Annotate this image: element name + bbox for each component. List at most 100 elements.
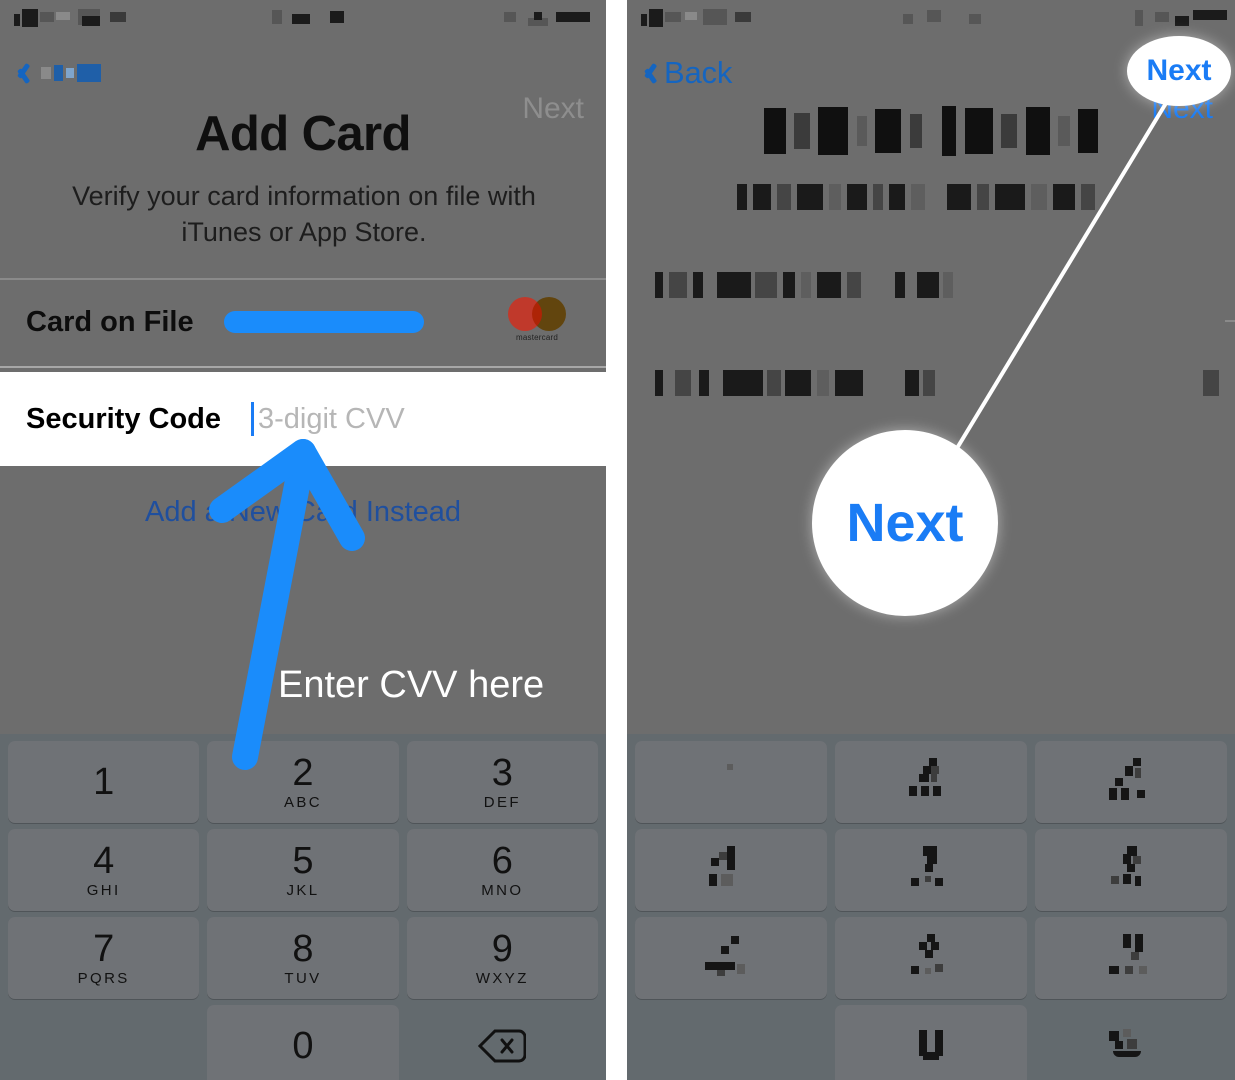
nav-bar-left: Next <box>0 42 606 125</box>
key-backspace[interactable] <box>407 1005 598 1080</box>
keypad-row-1: 1 2 ABC 3 DEF <box>4 738 602 826</box>
key-4[interactable]: 4 GHI <box>8 829 200 911</box>
key-0[interactable]: 0 <box>207 1005 399 1080</box>
key-8[interactable]: 8 TUV <box>207 917 399 999</box>
divider-mid <box>0 366 606 368</box>
page-subtitle-right-redacted <box>737 184 1117 210</box>
key-9[interactable] <box>1035 917 1227 999</box>
key-digit: 4 <box>93 839 115 882</box>
key-6[interactable] <box>1035 829 1227 911</box>
screenshot-stage: Next Add Card Verify your card informati… <box>0 0 1235 1080</box>
key-letters: GHI <box>86 881 121 899</box>
key-backspace[interactable] <box>1035 1005 1227 1080</box>
back-button-right[interactable]: Back <box>641 50 732 96</box>
key-1[interactable]: 1 <box>8 741 200 823</box>
callout-next-label-large: Next <box>846 493 964 553</box>
row-security-code[interactable]: Security Code 3-digit CVV <box>0 372 606 466</box>
key-letters: TUV <box>284 969 322 987</box>
keypad-row-4: 0 <box>4 1002 602 1080</box>
card-on-file-label: Card on File <box>26 305 194 338</box>
key-blank <box>8 1005 199 1080</box>
mastercard-circles <box>508 297 566 331</box>
mastercard-logo: mastercard <box>506 297 568 342</box>
key-8[interactable] <box>835 917 1027 999</box>
callout-next-label-small: Next <box>1146 54 1212 87</box>
chevron-left-icon <box>641 60 657 87</box>
key-digit: 3 <box>491 751 513 794</box>
key-7[interactable] <box>635 917 827 999</box>
back-label-redacted <box>41 64 101 82</box>
status-bar-right <box>627 0 1235 42</box>
divider-right-1 <box>1225 320 1235 322</box>
key-digit: 0 <box>292 1025 314 1067</box>
security-code-input[interactable]: 3-digit CVV <box>258 403 405 436</box>
callout-next-oval: Next <box>1127 36 1231 106</box>
security-code-label: Security Code <box>26 402 221 435</box>
backspace-icon-redacted <box>1101 1029 1161 1063</box>
detail-row-1-redacted[interactable] <box>655 272 975 298</box>
text-cursor <box>251 402 254 436</box>
card-number-redaction <box>223 311 424 333</box>
key-letters: PQRS <box>77 969 130 987</box>
key-0[interactable] <box>835 1005 1027 1080</box>
callout-next-circle: Next <box>812 430 998 616</box>
chevron-left-icon <box>14 60 30 87</box>
keypad-row-3 <box>631 914 1231 1002</box>
key-5[interactable]: 5 JKL <box>207 829 399 911</box>
key-letters: ABC <box>283 793 323 811</box>
key-7[interactable]: 7 PQRS <box>8 917 200 999</box>
key-digit: 9 <box>491 927 513 970</box>
keypad-row-3: 7 PQRS 8 TUV 9 WXYZ <box>4 914 602 1002</box>
key-letters: WXYZ <box>475 969 529 987</box>
key-letters: MNO <box>481 881 524 899</box>
back-label: Back <box>664 55 733 90</box>
keypad-row-2 <box>631 826 1231 914</box>
numeric-keypad-right <box>627 734 1235 1080</box>
key-glyph-redacted <box>901 844 961 896</box>
keypad-row-1 <box>631 738 1231 826</box>
detail-row-2-redacted[interactable] <box>655 370 975 396</box>
keypad-row-4 <box>631 1002 1231 1080</box>
key-glyph-redacted <box>901 932 961 984</box>
add-new-card-link[interactable]: Add a New Card Instead <box>0 496 606 529</box>
key-blank <box>635 1005 827 1080</box>
key-digit: 8 <box>292 927 314 970</box>
mastercard-wordmark: mastercard <box>515 333 558 342</box>
key-glyph-redacted <box>1101 756 1161 808</box>
status-bar-left <box>0 0 606 42</box>
key-glyph-redacted <box>1101 932 1161 984</box>
page-title-right-redacted <box>627 106 1235 156</box>
key-3[interactable]: 3 DEF <box>406 741 598 823</box>
key-letters: JKL <box>286 881 320 899</box>
key-glyph-redacted <box>1101 844 1161 896</box>
key-6[interactable]: 6 MNO <box>406 829 598 911</box>
key-2[interactable] <box>835 741 1027 823</box>
key-glyph-redacted <box>701 756 761 808</box>
key-2[interactable]: 2 ABC <box>207 741 399 823</box>
key-digit: 7 <box>93 927 115 970</box>
enter-cvv-here-label: Enter CVV here <box>278 664 545 706</box>
key-digit: 1 <box>93 761 115 803</box>
key-glyph-redacted <box>701 932 761 984</box>
numeric-keypad-left: 1 2 ABC 3 DEF 4 GHI 5 JKL 6 MNO 7 PQRS 8… <box>0 734 606 1080</box>
mastercard-yellow-circle <box>532 297 566 331</box>
phone-screen-add-card: Next Add Card Verify your card informati… <box>0 0 606 1080</box>
detail-row-2-trailing-redacted <box>1203 370 1229 396</box>
key-digit: 2 <box>292 751 314 794</box>
back-button-left[interactable] <box>14 50 101 96</box>
key-9[interactable]: 9 WXYZ <box>406 917 598 999</box>
key-digit: 6 <box>491 839 513 882</box>
key-5[interactable] <box>835 829 1027 911</box>
key-letters: DEF <box>483 793 521 811</box>
key-glyph-redacted <box>901 756 961 808</box>
backspace-icon <box>478 1029 527 1063</box>
key-1[interactable] <box>635 741 827 823</box>
key-4[interactable] <box>635 829 827 911</box>
page-title-left: Add Card <box>195 107 411 161</box>
key-glyph-redacted <box>701 844 761 896</box>
key-3[interactable] <box>1035 741 1227 823</box>
page-subtitle-left: Verify your card information on file wit… <box>72 181 536 247</box>
keypad-row-2: 4 GHI 5 JKL 6 MNO <box>4 826 602 914</box>
key-digit: 5 <box>292 839 314 882</box>
key-glyph-redacted <box>901 1030 961 1062</box>
